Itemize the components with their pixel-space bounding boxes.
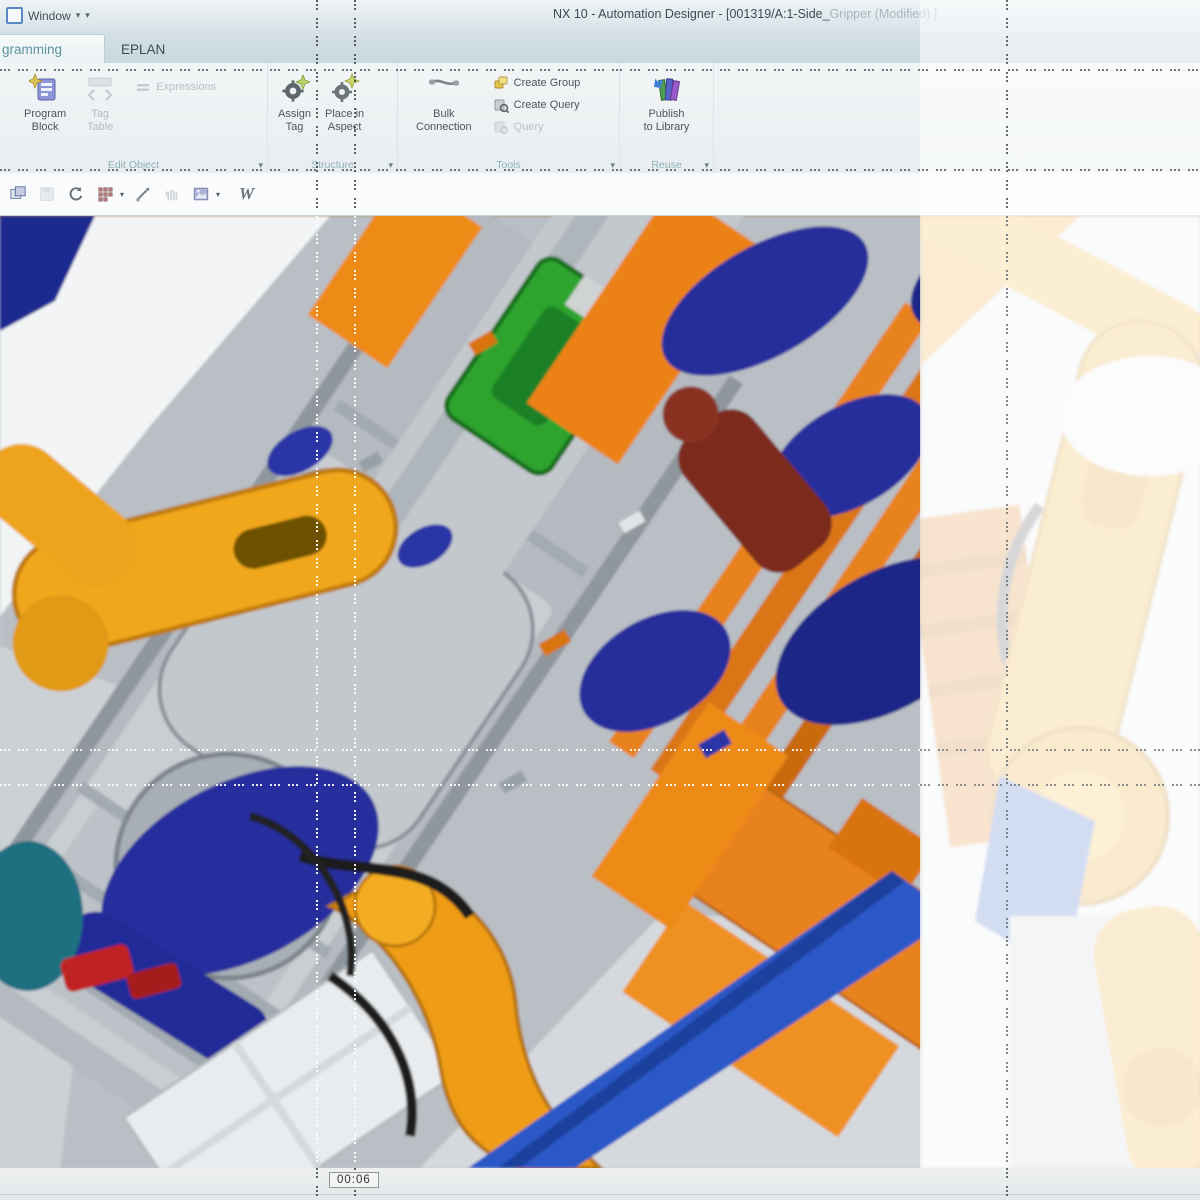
- titlebar: Window ▾ ▾ NX 10 - Automation Designer -…: [0, 0, 1200, 31]
- create-group-icon: [493, 75, 509, 91]
- window-title: NX 10 - Automation Designer - [001319/A:…: [553, 7, 937, 21]
- bulk-connection-button[interactable]: Bulk Connection: [412, 70, 476, 135]
- assign-tag-icon: [279, 72, 311, 104]
- window-menu-caret-icon[interactable]: ▾: [76, 11, 81, 20]
- group-label-edit-object[interactable]: Edit Object ▾: [0, 159, 267, 171]
- group-dialog-caret-icon[interactable]: ▾: [704, 160, 709, 170]
- expressions-button: Expressions: [130, 76, 221, 98]
- create-group-button[interactable]: Create Group: [488, 72, 586, 94]
- window-title-faded: Gripper (Modified) ]: [829, 7, 938, 21]
- group-dialog-caret-icon[interactable]: ▾: [258, 160, 263, 170]
- cascade-windows-icon[interactable]: [8, 184, 28, 204]
- publish-to-library-button[interactable]: Publish to Library: [640, 70, 694, 135]
- ribbon-group-edit-object: Program Block Tag Table Expressions Edit…: [0, 63, 268, 173]
- group-dialog-caret-icon[interactable]: ▾: [388, 160, 393, 170]
- watermark-glyph: W: [239, 184, 255, 203]
- pattern-grid-icon[interactable]: [95, 184, 115, 204]
- window-menu[interactable]: Window ▾ ▾: [0, 7, 90, 24]
- expressions-icon: [135, 79, 151, 95]
- quick-access-caret-icon[interactable]: ▾: [85, 11, 90, 20]
- pan-hand-icon: [162, 184, 182, 204]
- page-time-marker: 00:06: [329, 1172, 379, 1188]
- group-label-tools[interactable]: Tools ▾: [398, 159, 619, 171]
- ribbon-group-structure: Assign Tag Place in Aspect Structure ▾: [268, 63, 398, 173]
- place-in-aspect-icon: [329, 72, 361, 104]
- pattern-grid-caret-icon[interactable]: ▾: [120, 190, 124, 199]
- ribbon-group-tools: Bulk Connection Create Group Create Quer…: [398, 63, 620, 173]
- group-label-structure[interactable]: Structure ▾: [268, 159, 397, 171]
- robot-cell-scene: [0, 216, 1200, 1168]
- assign-tag-button[interactable]: Assign Tag: [274, 70, 315, 135]
- 3d-viewport[interactable]: [0, 216, 1200, 1168]
- image-capture-caret-icon[interactable]: ▾: [216, 190, 220, 199]
- query-icon: [493, 119, 509, 135]
- brush-icon[interactable]: [133, 184, 153, 204]
- quick-toolbar: ▾ ▾ W: [0, 173, 1200, 216]
- group-label-reuse[interactable]: Reuse ▾: [620, 159, 713, 171]
- tag-table-icon: [84, 72, 116, 104]
- create-query-button[interactable]: Create Query: [488, 94, 586, 116]
- window-menu-label: Window: [28, 8, 71, 23]
- ribbon-empty-space: [714, 63, 1200, 173]
- ribbon: Program Block Tag Table Expressions Edit…: [0, 63, 1200, 173]
- ribbon-group-reuse: Publish to Library Reuse ▾: [620, 63, 714, 173]
- save-layout-icon: [37, 184, 57, 204]
- program-block-button[interactable]: Program Block: [20, 70, 70, 135]
- place-in-aspect-button[interactable]: Place in Aspect: [321, 70, 368, 135]
- refresh-icon[interactable]: [66, 184, 86, 204]
- window-icon: [6, 7, 23, 24]
- publish-to-library-icon: [650, 72, 682, 104]
- tag-table-button: Tag Table: [80, 70, 120, 135]
- window-title-main: NX 10 - Automation Designer - [001319/A:…: [553, 7, 830, 21]
- bottom-strip: [0, 1168, 1200, 1200]
- program-block-icon: [27, 72, 61, 104]
- group-dialog-caret-icon[interactable]: ▾: [610, 160, 615, 170]
- create-query-icon: [493, 97, 509, 114]
- ribbon-tabstrip: gramming EPLAN: [0, 31, 1200, 63]
- bottom-strip-divider: [0, 1194, 1200, 1195]
- tab-programming[interactable]: gramming: [0, 34, 105, 63]
- query-button: Query: [488, 116, 586, 138]
- bulk-connection-icon: [428, 72, 460, 104]
- tab-eplan[interactable]: EPLAN: [105, 35, 181, 63]
- image-capture-icon[interactable]: [191, 184, 211, 204]
